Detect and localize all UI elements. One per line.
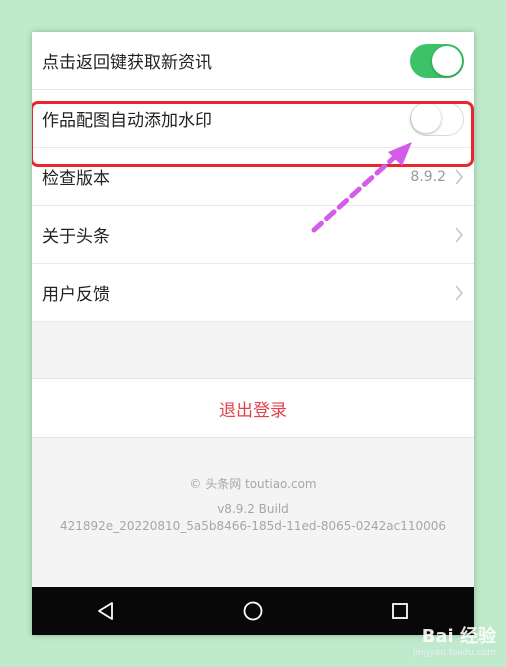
watermark-toggle[interactable] bbox=[410, 101, 464, 136]
setting-back-refresh[interactable]: 点击返回键获取新资讯 bbox=[32, 32, 474, 90]
back-icon[interactable] bbox=[95, 600, 117, 622]
watermark-url: jingyan.baidu.com bbox=[412, 648, 496, 658]
build-text: 421892e_20220810_5a5b8466-185d-11ed-8065… bbox=[60, 519, 446, 533]
home-icon[interactable] bbox=[242, 600, 264, 622]
setting-label: 用户反馈 bbox=[42, 285, 110, 305]
toggle-knob bbox=[411, 102, 441, 133]
setting-feedback[interactable]: 用户反馈 bbox=[32, 264, 474, 322]
phone-screen: 点击返回键获取新资讯 作品配图自动添加水印 检查版本 8.9.2 关于头条 用户… bbox=[32, 32, 474, 635]
recents-icon[interactable] bbox=[389, 600, 411, 622]
back-refresh-toggle[interactable] bbox=[410, 43, 464, 78]
version-text: v8.9.2 Build bbox=[217, 502, 289, 516]
dashed-arrow bbox=[311, 142, 412, 233]
chevron-right-icon bbox=[455, 169, 463, 184]
chevron-right-icon bbox=[455, 285, 463, 300]
toggle-knob bbox=[432, 45, 462, 76]
app-info: © 头条网 toutiao.com v8.9.2 Build 421892e_2… bbox=[32, 476, 474, 535]
setting-label: 作品配图自动添加水印 bbox=[42, 111, 212, 131]
navigation-bar bbox=[32, 587, 474, 635]
setting-label: 点击返回键获取新资讯 bbox=[42, 53, 212, 73]
watermark-brand: Bai 经验 bbox=[421, 626, 496, 647]
logout-label: 退出登录 bbox=[219, 400, 287, 421]
copyright-text: © 头条网 toutiao.com bbox=[189, 477, 317, 491]
logout-button[interactable]: 退出登录 bbox=[32, 378, 474, 438]
chevron-right-icon bbox=[455, 227, 463, 242]
watermark: Bai 经验 jingyan.baidu.com bbox=[412, 626, 496, 661]
